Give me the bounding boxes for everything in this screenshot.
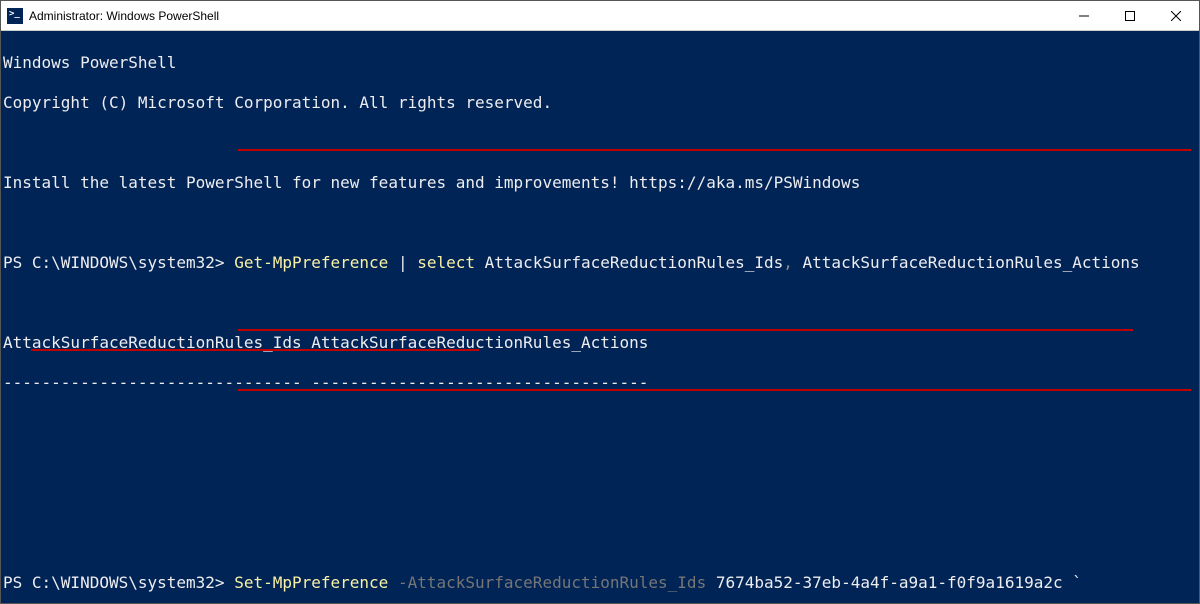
annotation-underline bbox=[238, 149, 1191, 151]
output-line bbox=[3, 533, 1197, 553]
output-line bbox=[3, 493, 1197, 513]
close-button[interactable] bbox=[1153, 1, 1199, 30]
output-line: Copyright (C) Microsoft Corporation. All… bbox=[3, 93, 1197, 113]
maximize-icon bbox=[1125, 11, 1135, 21]
pipe: | bbox=[388, 253, 417, 272]
annotation-underline bbox=[31, 349, 479, 351]
parameter: -AttackSurfaceReductionRules_Ids bbox=[388, 573, 706, 592]
minimize-icon bbox=[1079, 11, 1089, 21]
powershell-icon bbox=[7, 8, 23, 24]
output-line bbox=[3, 293, 1197, 313]
powershell-window: Administrator: Windows PowerShell Window… bbox=[0, 0, 1200, 604]
terminal-area[interactable]: Windows PowerShell Copyright (C) Microso… bbox=[1, 31, 1199, 603]
cmdlet-name: Get-MpPreference bbox=[234, 253, 388, 272]
maximize-button[interactable] bbox=[1107, 1, 1153, 30]
argument: AttackSurfaceReductionRules_Ids bbox=[475, 253, 783, 272]
argument: 7674ba52-37eb-4a4f-a9a1-f0f9a1619a2c bbox=[706, 573, 1072, 592]
argument: AttackSurfaceReductionRules_Actions bbox=[803, 253, 1140, 272]
cmdlet-name: select bbox=[417, 253, 475, 272]
output-line bbox=[3, 413, 1197, 433]
prompt-text: PS C:\WINDOWS\system32> bbox=[3, 573, 234, 592]
window-controls bbox=[1061, 1, 1199, 30]
prompt-text: PS C:\WINDOWS\system32> bbox=[3, 253, 234, 272]
command-line: PS C:\WINDOWS\system32> Set-MpPreference… bbox=[3, 573, 1197, 593]
separator: , bbox=[783, 253, 802, 272]
command-line: PS C:\WINDOWS\system32> Get-MpPreference… bbox=[3, 253, 1197, 273]
titlebar[interactable]: Administrator: Windows PowerShell bbox=[1, 1, 1199, 31]
output-line bbox=[3, 453, 1197, 473]
window-title: Administrator: Windows PowerShell bbox=[29, 9, 1061, 23]
output-line: Install the latest PowerShell for new fe… bbox=[3, 173, 1197, 193]
backtick: ` bbox=[1072, 573, 1082, 592]
output-line: Windows PowerShell bbox=[3, 53, 1197, 73]
annotation-underline bbox=[238, 389, 1191, 391]
close-icon bbox=[1171, 11, 1181, 21]
annotation-underline bbox=[238, 329, 1133, 331]
minimize-button[interactable] bbox=[1061, 1, 1107, 30]
output-line bbox=[3, 213, 1197, 233]
cmdlet-name: Set-MpPreference bbox=[234, 573, 388, 592]
